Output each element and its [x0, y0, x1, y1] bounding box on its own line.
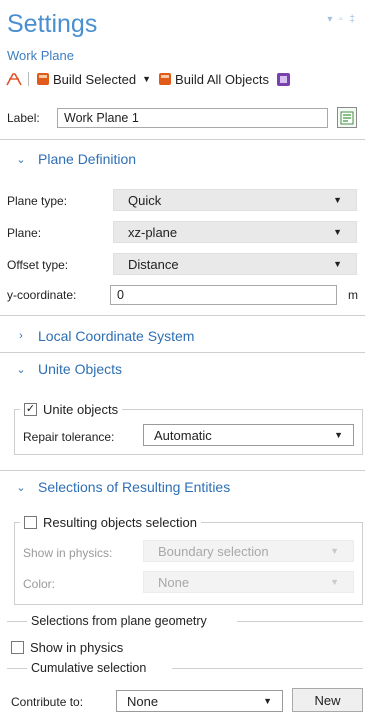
- label-caption: Label:: [7, 111, 40, 125]
- plane-type-value: Quick: [128, 192, 162, 208]
- node-type-subtitle: Work Plane: [7, 48, 74, 63]
- plane-show-in-physics-row[interactable]: Show in physics: [11, 639, 124, 655]
- build-selected-icon: [37, 73, 49, 85]
- section-heading: Selections of Resulting Entities: [38, 479, 231, 495]
- section-plane-definition[interactable]: ⌄ Plane Definition: [14, 151, 136, 167]
- unit-label: m: [348, 288, 358, 302]
- chevron-down-icon: ⌄: [16, 481, 26, 494]
- dropdown-arrow-icon: ▼: [330, 546, 339, 556]
- graphics-icon[interactable]: [276, 72, 290, 86]
- y-coordinate-input[interactable]: 0: [110, 285, 337, 305]
- y-coordinate-label: y-coordinate:: [7, 288, 77, 302]
- plane-type-select[interactable]: Quick ▼: [113, 189, 357, 211]
- show-in-physics-select[interactable]: Boundary selection ▼: [143, 540, 354, 562]
- unite-objects-checkbox-row[interactable]: ✓ Unite objects: [20, 401, 123, 417]
- offset-type-value: Distance: [128, 256, 179, 272]
- dropdown-arrow-icon: ▼: [333, 195, 342, 205]
- contribute-to-label: Contribute to:: [11, 695, 84, 709]
- section-heading: Plane Definition: [38, 151, 137, 167]
- window-controls[interactable]: ▾ ▫ ‡: [327, 14, 357, 25]
- dropdown-arrow-icon: ▼: [333, 259, 342, 269]
- plane-select[interactable]: xz-plane ▼: [113, 221, 357, 243]
- repair-tolerance-value: Automatic: [154, 427, 212, 443]
- plane-show-in-physics-checkbox[interactable]: [11, 640, 24, 654]
- cumulative-group-label: Cumulative selection: [31, 661, 147, 675]
- dropdown-arrow-icon: ▼: [330, 577, 339, 587]
- chevron-down-icon: ⌄: [16, 153, 26, 166]
- page-title: Settings: [7, 10, 98, 38]
- resulting-objects-checkbox-row[interactable]: Resulting objects selection: [20, 514, 201, 530]
- offset-type-label: Offset type:: [7, 258, 69, 272]
- section-local-coordinate-system[interactable]: › Local Coordinate System: [14, 328, 194, 344]
- divider: [0, 139, 365, 140]
- repair-tolerance-select[interactable]: Automatic ▼: [143, 424, 354, 446]
- build-all-button[interactable]: Build All Objects: [159, 72, 269, 87]
- repair-tolerance-label: Repair tolerance:: [23, 430, 115, 444]
- plane-value: xz-plane: [128, 224, 178, 240]
- unite-objects-label: Unite objects: [43, 401, 119, 417]
- contribute-to-select[interactable]: None ▼: [116, 690, 283, 712]
- section-unite-objects[interactable]: ⌄ Unite Objects: [14, 361, 122, 377]
- section-heading: Unite Objects: [38, 361, 123, 377]
- plane-label: Plane:: [7, 226, 42, 240]
- resulting-objects-checkbox[interactable]: [24, 515, 37, 529]
- divider: [0, 352, 365, 353]
- show-in-physics-value: Boundary selection: [158, 543, 269, 559]
- group-rule: [237, 621, 363, 622]
- color-value: None: [158, 574, 190, 590]
- dropdown-arrow-icon: ▼: [333, 227, 342, 237]
- dropdown-arrow-icon: ▼: [334, 430, 343, 440]
- offset-type-select[interactable]: Distance ▼: [113, 253, 357, 275]
- work-plane-geometry-icon[interactable]: [6, 71, 22, 87]
- divider: [0, 470, 365, 471]
- toolbar: Build Selected ▼ Build All Objects: [6, 68, 290, 90]
- resulting-objects-label: Resulting objects selection: [43, 514, 197, 530]
- group-rule: [172, 668, 363, 669]
- chevron-down-icon: ⌄: [16, 363, 26, 376]
- plane-show-in-physics-label: Show in physics: [30, 639, 124, 655]
- section-heading: Local Coordinate System: [38, 328, 195, 344]
- contribute-to-value: None: [127, 693, 159, 709]
- dropdown-arrow-icon: ▼: [263, 696, 272, 706]
- build-all-icon: [159, 73, 172, 85]
- build-selected-label: Build Selected: [53, 71, 137, 87]
- color-select[interactable]: None ▼: [143, 571, 354, 593]
- build-selected-button[interactable]: Build Selected ▼: [37, 72, 151, 87]
- unite-objects-checkbox[interactable]: ✓: [24, 402, 37, 416]
- group-rule: [7, 668, 27, 669]
- plane-geometry-group-label: Selections from plane geometry: [31, 614, 207, 628]
- group-rule: [7, 621, 27, 622]
- chevron-down-icon[interactable]: ▼: [142, 74, 151, 84]
- build-all-label: Build All Objects: [175, 71, 269, 87]
- label-edit-icon[interactable]: [337, 107, 357, 128]
- plane-type-label: Plane type:: [7, 194, 68, 208]
- toolbar-separator: [28, 72, 29, 86]
- label-input[interactable]: Work Plane 1: [57, 108, 328, 128]
- color-label: Color:: [23, 577, 56, 591]
- divider: [0, 315, 365, 316]
- section-selections-of-resulting-entities[interactable]: ⌄ Selections of Resulting Entities: [14, 479, 230, 495]
- chevron-right-icon: ›: [19, 330, 23, 342]
- new-button[interactable]: New: [292, 688, 363, 712]
- show-in-physics-label: Show in physics:: [23, 546, 113, 560]
